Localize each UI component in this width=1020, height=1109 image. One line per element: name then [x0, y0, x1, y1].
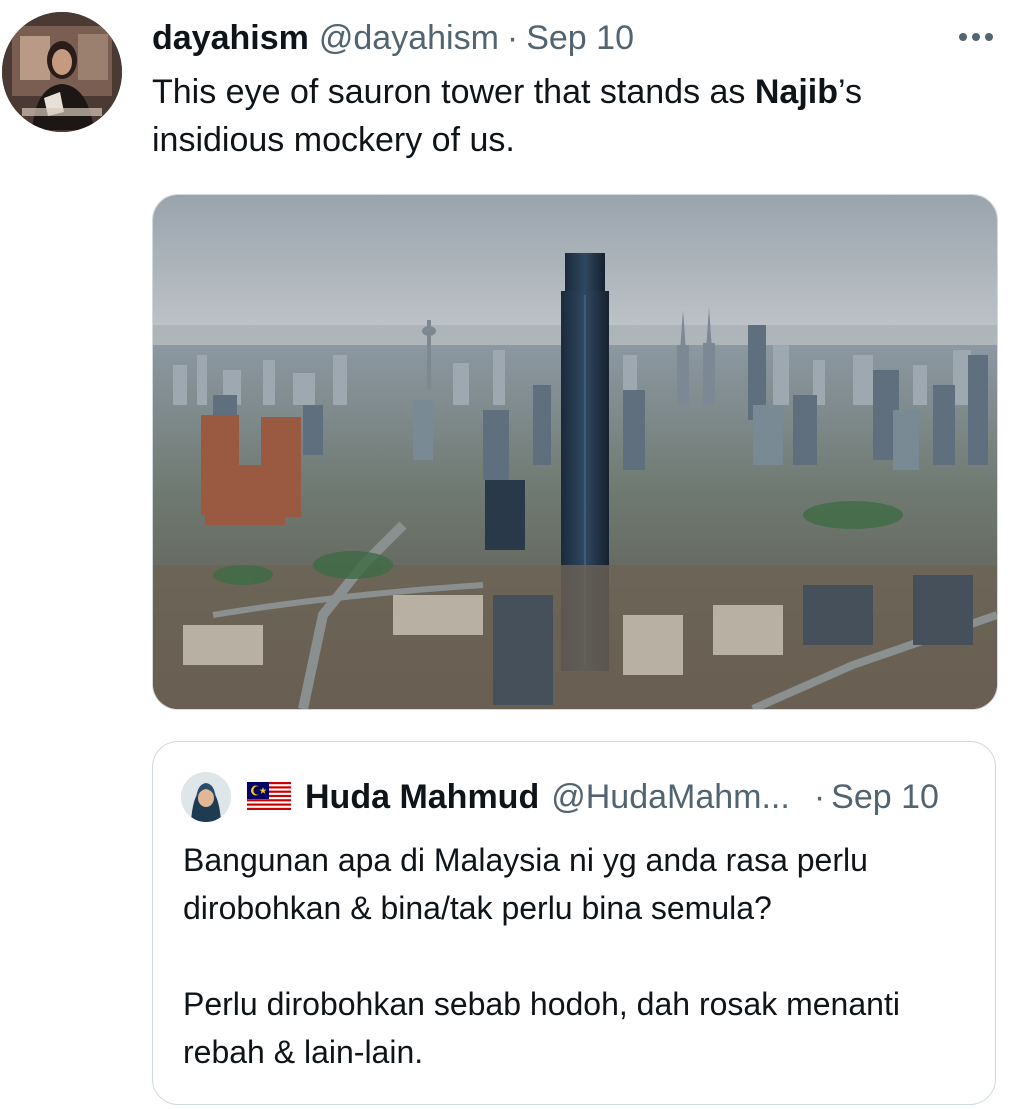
author-display-name[interactable]: dayahism: [152, 19, 309, 58]
malaysia-flag-icon: [247, 782, 291, 812]
quoted-paragraph-1: Bangunan apa di Malaysia ni yg anda rasa…: [183, 842, 868, 926]
quoted-separator: ·: [813, 777, 826, 816]
avatar-image: [2, 12, 122, 132]
more-horizontal-icon: [959, 33, 993, 41]
city-skyline-photo: [153, 195, 997, 709]
tweet-timestamp[interactable]: Sep 10: [526, 19, 634, 58]
quoted-handle[interactable]: @HudaMahm...: [551, 778, 790, 817]
quoted-tweet[interactable]: Huda Mahmud @HudaMahm... · Sep 10 Bangun…: [152, 741, 996, 1105]
quoted-avatar[interactable]: [181, 772, 231, 822]
quoted-timestamp[interactable]: Sep 10: [831, 778, 939, 817]
quoted-paragraph-2: Perlu dirobohkan sebab hodoh, dah rosak …: [183, 986, 900, 1070]
more-options-button[interactable]: [956, 20, 996, 54]
quoted-avatar-image: [181, 772, 231, 822]
tweet-text: This eye of sauron tower that stands as …: [152, 68, 972, 164]
quoted-text: Bangunan apa di Malaysia ni yg anda rasa…: [183, 836, 973, 1076]
tweet-text-bold: Najib: [754, 73, 838, 111]
tweet-text-before: This eye of sauron tower that stands as: [152, 73, 755, 111]
author-handle[interactable]: @dayahism: [319, 19, 499, 58]
quoted-display-name[interactable]: Huda Mahmud: [305, 778, 539, 817]
tweet-media-image[interactable]: [152, 194, 998, 710]
header-separator: ·: [506, 18, 519, 57]
quoted-header: Huda Mahmud @HudaMahm... · Sep 10: [247, 774, 939, 820]
avatar[interactable]: [2, 12, 122, 132]
tweet: dayahism @dayahism · Sep 10 This eye of …: [0, 0, 1020, 1109]
tweet-header: dayahism @dayahism · Sep 10: [152, 14, 634, 62]
